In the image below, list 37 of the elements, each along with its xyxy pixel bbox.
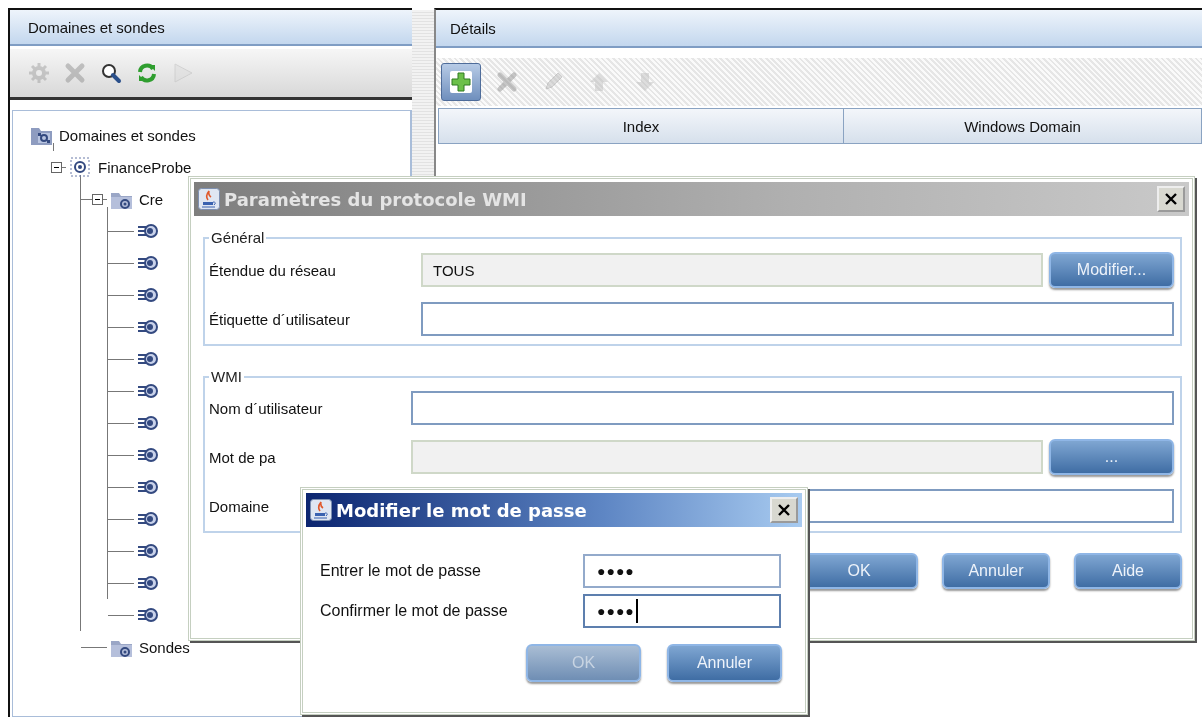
input-field[interactable]: [411, 391, 1174, 425]
close-icon: [778, 504, 790, 516]
refresh-icon[interactable]: [136, 62, 158, 84]
field-label: Domaine: [209, 497, 270, 515]
tree-item[interactable]: Domaines et sondes: [56, 126, 196, 144]
collapse-toggle[interactable]: [51, 161, 62, 173]
tree-item[interactable]: Sondes: [136, 638, 190, 656]
field-label: Étendue du réseau: [209, 261, 336, 279]
window-title: Modifier le mot de passe: [336, 499, 587, 521]
password-field[interactable]: ●●●●: [583, 554, 781, 588]
close-icon: [1165, 193, 1177, 205]
tree-item[interactable]: FinanceProbe: [95, 158, 192, 176]
field-label: Mot de pa: [209, 448, 276, 466]
panel-title: Domaines et sondes: [10, 10, 412, 46]
cup-icon: [310, 499, 332, 521]
input-field[interactable]: [421, 302, 1174, 336]
column-header[interactable]: Index: [439, 109, 844, 143]
cup-icon: [198, 188, 220, 210]
search-icon[interactable]: [100, 62, 122, 84]
field-label: Entrer le mot de passe: [320, 562, 482, 580]
close-button[interactable]: [1157, 186, 1185, 212]
group-title: Général: [210, 229, 266, 246]
window-title: Paramètres du protocole WMI: [224, 188, 527, 210]
collapse-toggle[interactable]: [92, 193, 103, 205]
tree-item[interactable]: Cre: [136, 190, 164, 208]
panel-title: Détails: [436, 10, 1202, 48]
field-label: Nom d´utilisateur: [209, 399, 323, 417]
field-label: Confirmer le mot de passe: [320, 602, 509, 620]
plus-icon[interactable]: [450, 71, 472, 93]
password-field[interactable]: ●●●●: [583, 594, 781, 628]
target-icon: [69, 155, 92, 179]
group-title: WMI: [210, 368, 243, 385]
column-header[interactable]: Windows Domain: [844, 109, 1201, 143]
close-button[interactable]: [770, 497, 798, 523]
text-cursor: [635, 599, 638, 623]
field-label: Étiquette d´utilisateur: [209, 310, 350, 328]
add-button[interactable]: [441, 63, 481, 101]
